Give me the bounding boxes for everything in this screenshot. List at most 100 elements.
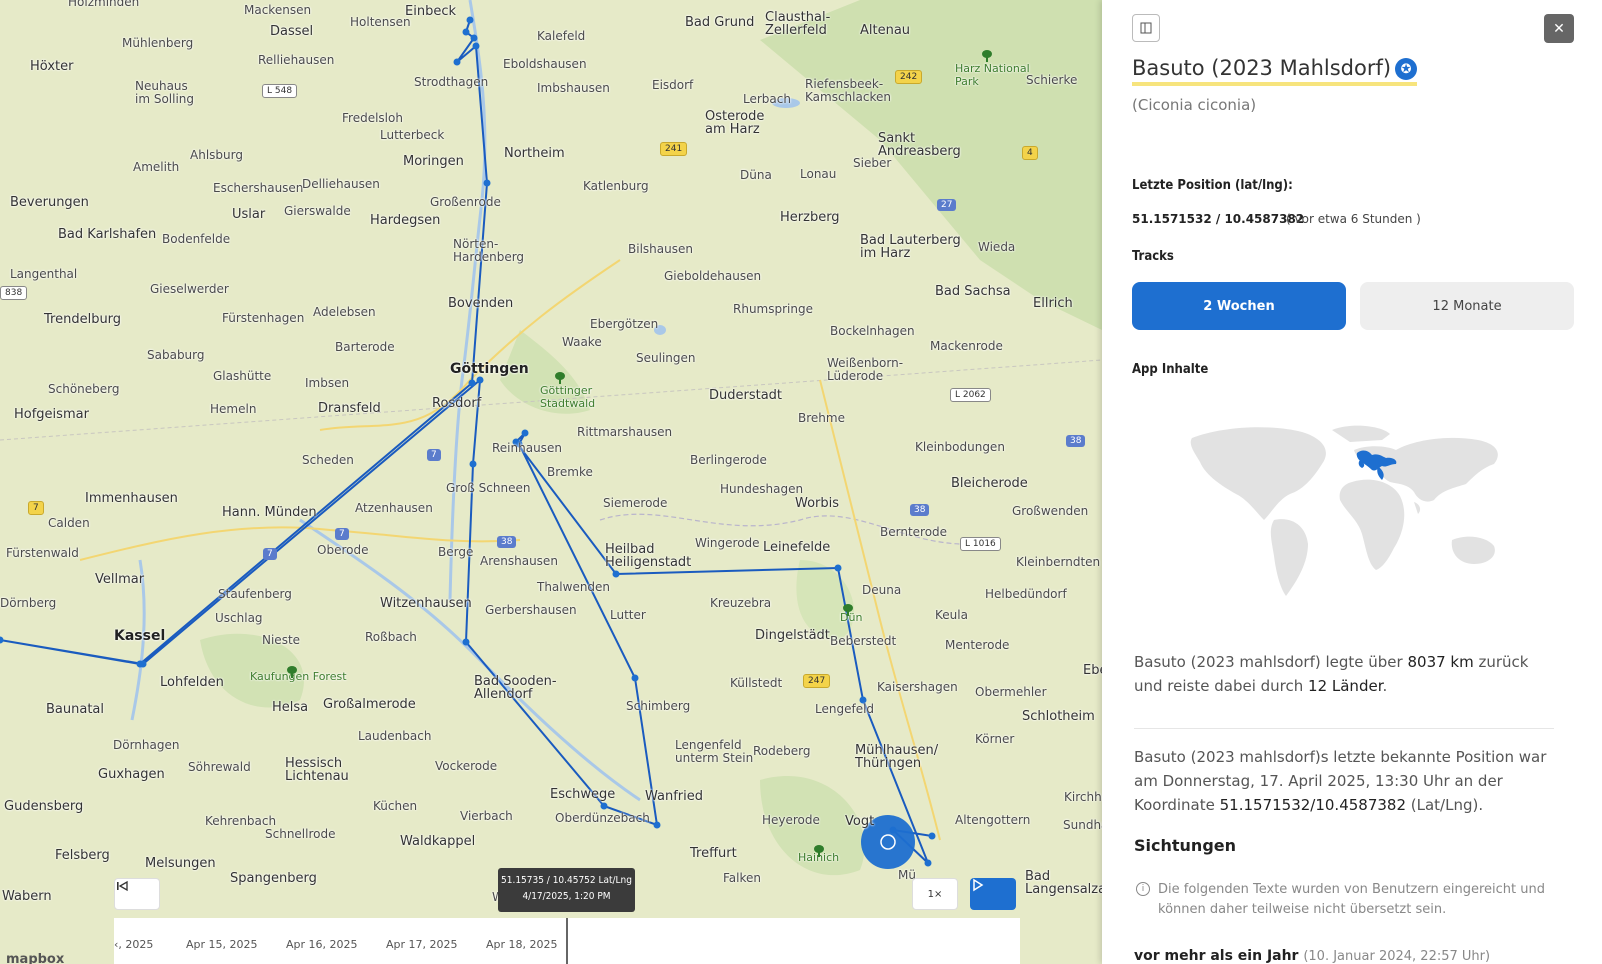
- place-label: Düna: [740, 168, 772, 182]
- place-label: Seulingen: [636, 351, 696, 365]
- place-label: Siemerode: [603, 496, 668, 510]
- place-label: Staufenberg: [218, 587, 292, 601]
- play-button[interactable]: [970, 878, 1016, 910]
- close-button[interactable]: ✕: [1544, 14, 1574, 43]
- place-label: Altenau: [860, 23, 911, 38]
- place-label: Wingerode: [695, 536, 760, 550]
- place-label: Bernterode: [880, 525, 948, 539]
- star-badge-icon: ✪: [1395, 58, 1418, 80]
- place-label: Melsungen: [145, 856, 216, 871]
- place-label: Atzenhausen: [355, 501, 433, 515]
- place-label: Bovenden: [448, 296, 514, 311]
- place-label: Fürstenhagen: [222, 311, 305, 325]
- place-label: Beberstedt: [830, 634, 897, 648]
- road-shield: 838: [0, 286, 28, 300]
- place-label: Vogt: [845, 814, 875, 829]
- track-point[interactable]: [462, 638, 470, 646]
- place-label: Groß Schneen: [446, 481, 531, 495]
- place-label: Großenrode: [430, 195, 501, 209]
- timeline[interactable]: ‹, 2025 Apr 15, 2025 Apr 16, 2025 Apr 17…: [114, 918, 1020, 964]
- track-point[interactable]: [472, 42, 480, 50]
- tree-icon: [814, 845, 824, 857]
- last-position-coords: 51.1571532 / 10.4587382: [1132, 212, 1305, 226]
- tracks-heading: Tracks: [1132, 249, 1174, 264]
- play-icon: [973, 878, 984, 892]
- track-point[interactable]: [469, 460, 477, 468]
- place-label: Holzminden: [68, 0, 140, 9]
- position-tooltip: 51.15735 / 10.45752 Lat/Lng 4/17/2025, 1…: [498, 868, 635, 912]
- place-label: Heilbad Heiligenstadt: [605, 542, 692, 570]
- place-label: Großwenden: [1012, 504, 1089, 518]
- place-label: Leinefelde: [763, 540, 831, 555]
- place-label: Rosdorf: [432, 396, 482, 411]
- place-label: Lutter: [610, 608, 646, 622]
- place-label: Sieber: [853, 156, 892, 170]
- place-label: Bockelnhagen: [830, 324, 915, 338]
- place-label: Clausthal- Zellerfeld: [765, 10, 831, 38]
- track-12-months-button[interactable]: 12 Monate: [1360, 282, 1574, 330]
- close-icon: ✕: [1553, 20, 1565, 37]
- place-label: Fredelsloh: [342, 111, 403, 125]
- track-point[interactable]: [139, 660, 147, 668]
- place-label: Barterode: [335, 340, 395, 354]
- place-label: Sababurg: [147, 348, 205, 362]
- bird-details-panel: ✕ Basuto (2023 Mahlsdorf) ✪ (Ciconia cico…: [1102, 0, 1602, 964]
- place-label: Mackensen: [244, 3, 312, 17]
- track-point[interactable]: [612, 570, 620, 578]
- track-point[interactable]: [462, 28, 470, 36]
- track-point[interactable]: [924, 859, 932, 867]
- track-point[interactable]: [468, 379, 476, 387]
- place-label: Vockerode: [435, 759, 498, 773]
- place-label: Gudensberg: [4, 799, 84, 814]
- place-label: Wieda: [978, 240, 1016, 254]
- track-2-weeks-button[interactable]: 2 Wochen: [1132, 282, 1346, 330]
- place-label: Schierke: [1026, 73, 1078, 87]
- place-label: Bad Langensalza: [1025, 869, 1102, 897]
- place-label: Guxhagen: [98, 767, 165, 782]
- place-label: Ellrich: [1033, 296, 1073, 311]
- place-label: Kreuzebra: [710, 596, 772, 610]
- place-label: Bad Grund: [685, 15, 755, 30]
- place-label: Fürstenwald: [6, 546, 79, 560]
- track-point[interactable]: [476, 376, 484, 384]
- place-label: Herzberg: [780, 210, 840, 225]
- place-label: Obermehler: [975, 685, 1047, 699]
- track-point[interactable]: [483, 179, 491, 187]
- track-point[interactable]: [631, 674, 639, 682]
- place-label: Glashütte: [213, 369, 272, 383]
- place-label: Beverungen: [10, 195, 89, 210]
- panel-toggle-button[interactable]: [1132, 14, 1160, 42]
- rewind-button[interactable]: [114, 878, 160, 910]
- track-point[interactable]: [521, 429, 529, 437]
- summary-distance: Basuto (2023 mahlsdorf) legte über 8037 …: [1134, 653, 1529, 695]
- place-label: Dransfeld: [318, 401, 381, 416]
- place-label: Keula: [935, 608, 968, 622]
- place-label: Körner: [975, 732, 1015, 746]
- place-label: Northeim: [504, 146, 565, 161]
- track-point[interactable]: [470, 34, 478, 42]
- place-label: Weißenborn- Lüderode: [827, 356, 904, 383]
- track-point[interactable]: [653, 821, 661, 829]
- timeline-label: Apr 18, 2025: [486, 938, 558, 951]
- place-label: Rodeberg: [753, 744, 811, 758]
- last-position-ago: ( vor etwa 6 Stunden ): [1286, 212, 1421, 226]
- place-label: Bleicherode: [951, 476, 1028, 491]
- place-label: Kleinbodungen: [915, 440, 1005, 454]
- timeline-label: Apr 15, 2025: [186, 938, 258, 951]
- place-label: Eschershausen: [213, 181, 304, 195]
- timeline-label: ‹, 2025: [114, 938, 154, 951]
- timeline-cursor[interactable]: [566, 918, 568, 964]
- track-point[interactable]: [466, 16, 474, 24]
- place-label: Deuna: [862, 583, 902, 597]
- track-point[interactable]: [928, 832, 936, 840]
- track-point[interactable]: [600, 802, 608, 810]
- place-label: Treffurt: [690, 846, 737, 861]
- map-view[interactable]: Holzminden Mackensen Einbeck Bad Grund Claus…: [0, 0, 1102, 964]
- road-shield: 27: [937, 199, 957, 211]
- track-point[interactable]: [453, 58, 461, 66]
- track-point[interactable]: [834, 564, 842, 572]
- road-shield: 7: [335, 528, 349, 540]
- speed-button[interactable]: 1×: [912, 878, 958, 910]
- last-position-heading: Letzte Position (lat/lng):: [1132, 178, 1293, 193]
- road-shield: L 548: [262, 84, 298, 98]
